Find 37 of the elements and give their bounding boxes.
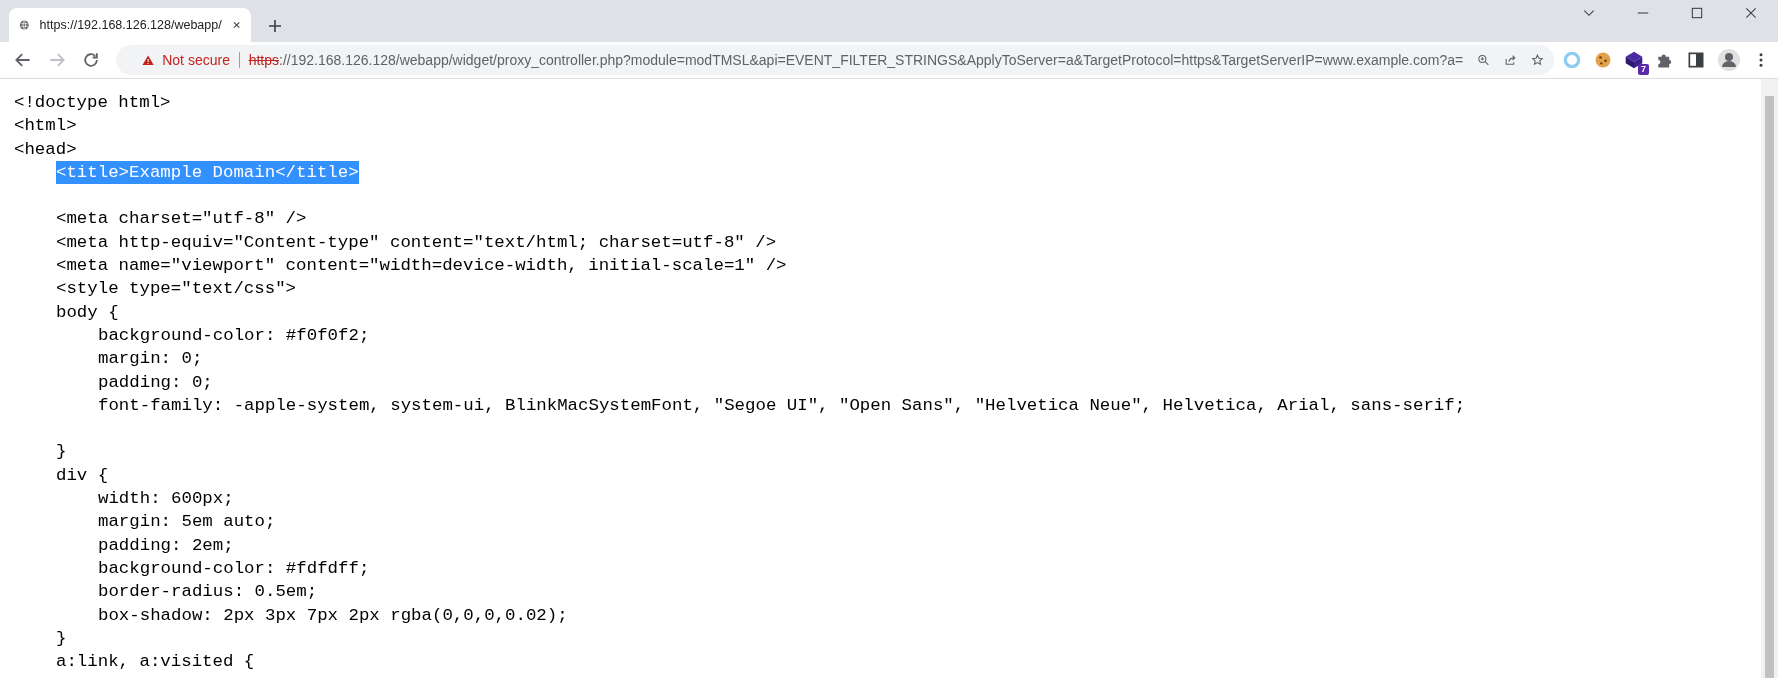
- code-line: <meta name="viewport" content="width=device-width, initial-scale=1" />: [56, 255, 787, 278]
- browser-tab[interactable]: https://192.168.126.128/webapp/: [9, 8, 251, 42]
- cookie-icon[interactable]: [1593, 50, 1613, 70]
- reload-icon[interactable]: [81, 50, 101, 70]
- globe-icon: [19, 17, 30, 33]
- cube-icon[interactable]: [1624, 50, 1644, 70]
- url-text: https://192.168.126.128/webapp/widget/proxy_controller.php?module=modTMSL&api=EVENT_FILTER_STRINGS&ApplyToServer=a&TargetProtocol=https&TargetServerIP=www.example.com?a=: [248, 52, 1464, 68]
- profile-icon[interactable]: [1717, 48, 1741, 72]
- code-line: box-shadow: 2px 3px 7px 2px rgba(0,0,0,0.02);: [98, 604, 568, 627]
- tab-title: https://192.168.126.128/webapp/: [39, 18, 222, 32]
- code-line: }: [56, 441, 67, 464]
- code-line: <meta charset="utf-8" />: [56, 208, 307, 231]
- code-line: <!doctype html>: [14, 92, 171, 114]
- code-line: padding: 0;: [98, 371, 213, 394]
- side-panel-icon[interactable]: [1686, 50, 1706, 70]
- close-icon[interactable]: [1744, 6, 1758, 20]
- code-line: <style type="text/css">: [56, 278, 297, 301]
- code-line: background-color: #fdfdff;: [98, 557, 370, 580]
- code-line: border-radius: 0.5em;: [98, 581, 318, 604]
- code-line: padding: 2em;: [98, 534, 234, 557]
- code-line: margin: 5em auto;: [98, 511, 276, 534]
- code-line: width: 600px;: [98, 488, 234, 511]
- code-line: a:link, a:visited {: [56, 651, 255, 674]
- scrollbar[interactable]: [1761, 79, 1778, 678]
- code-line: <meta http-equiv="Content-type" content="text/html; charset=utf-8" />: [56, 231, 777, 254]
- maximize-icon[interactable]: [1690, 6, 1704, 20]
- code-line: div {: [56, 464, 109, 487]
- code-line: background-color: #f0f0f2;: [98, 324, 370, 347]
- address-bar[interactable]: Not secure https://192.168.126.128/webapp/widget/proxy_controller.php?module=modTMSL&api=EVENT_FILTER_STRINGS&ApplyToServer=a&TargetProtocol=https&TargetServerIP=www.example.com?a=: [116, 45, 1554, 75]
- extension-badge: 7: [1638, 64, 1649, 75]
- code-line: margin: 0;: [98, 348, 203, 371]
- code-line: <html>: [14, 115, 77, 138]
- code-line: }: [56, 627, 67, 650]
- code-line: font-family: -apple-system, system-ui, BlinkMacSystemFont, "Segoe UI", "Open Sans", "Helvetica Neue", Helvetica, Arial, sans-serif;: [98, 394, 1466, 417]
- code-line: body {: [56, 301, 119, 324]
- code-line: <head>: [14, 138, 77, 161]
- security-label[interactable]: Not secure: [162, 52, 230, 68]
